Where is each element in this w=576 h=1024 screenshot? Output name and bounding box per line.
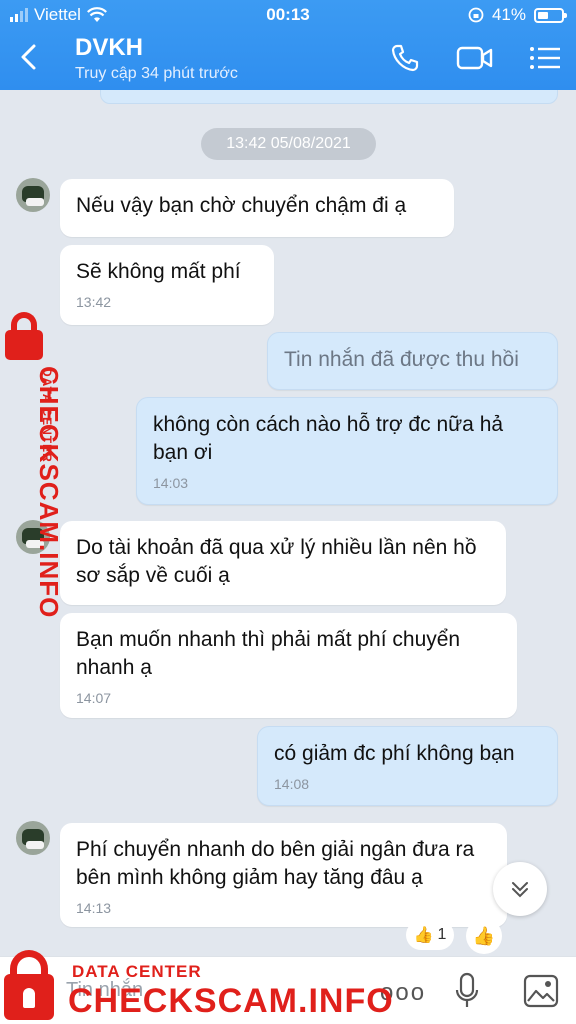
contact-avatar[interactable] xyxy=(16,178,50,212)
message-bubble[interactable]: Phí chuyển nhanh do bên giải ngân đưa ra… xyxy=(60,823,507,927)
lock-body xyxy=(5,330,43,360)
image-gallery-icon[interactable] xyxy=(522,973,560,1009)
message-bubble[interactable]: Do tài khoản đã qua xử lý nhiều lần nên … xyxy=(60,521,506,605)
message-time: 14:08 xyxy=(274,776,310,792)
double-chevron-down-icon xyxy=(512,882,528,898)
add-reaction-button[interactable]: 👍 xyxy=(466,918,502,954)
message-bubble[interactable]: không còn cách nào hỗ trợ đc nữa hả bạn … xyxy=(136,397,558,505)
battery-percent: 41% xyxy=(491,5,526,24)
back-arrow-icon[interactable] xyxy=(14,42,44,72)
battery-icon xyxy=(534,7,567,23)
reaction-count: 1 xyxy=(437,926,447,943)
thumbs-up-icon: 👍 xyxy=(472,925,496,946)
bottom-watermark: DATA CENTER CHECKSCAM.INFO xyxy=(0,946,393,1024)
scroll-to-bottom-button[interactable] xyxy=(493,862,547,916)
recalled-message-bubble[interactable]: Tin nhắn đã được thu hồi xyxy=(267,332,558,390)
message-time: 13:42 xyxy=(76,294,112,310)
thumbs-up-icon: 👍 xyxy=(413,927,434,944)
watermark-label: DATA CENTER xyxy=(72,962,202,981)
message-bubble[interactable]: có giảm đc phí không bạn 14:08 xyxy=(257,726,558,806)
contact-name[interactable]: DVKH xyxy=(75,34,143,62)
keyhole xyxy=(23,988,35,1008)
message-time: 14:07 xyxy=(76,690,112,706)
status-right: 41% xyxy=(468,5,567,25)
message-text: không còn cách nào hỗ trợ đc nữa hả bạn … xyxy=(153,413,504,464)
contact-avatar[interactable] xyxy=(16,821,50,855)
message-text: Do tài khoản đã qua xử lý nhiều lần nên … xyxy=(76,536,477,587)
message-bubble[interactable]: Sẽ không mất phí 13:42 xyxy=(60,245,274,325)
date-separator: 13:42 05/08/2021 xyxy=(201,128,376,160)
video-camera-icon xyxy=(456,46,493,70)
orientation-lock-icon xyxy=(468,7,484,23)
chat-header: Viettel 00:13 41% DVKH Truy cập 34 phút … xyxy=(0,0,576,90)
message-text: Tin nhắn đã được thu hồi xyxy=(284,348,519,371)
menu-list-icon xyxy=(530,47,560,69)
phone-icon xyxy=(391,44,419,72)
watermark-brand: CHECKSCAM.INFO xyxy=(68,982,394,1020)
microphone-icon[interactable] xyxy=(452,971,482,1011)
last-seen-status: Truy cập 34 phút trước xyxy=(75,65,238,82)
message-text: Sẽ không mất phí xyxy=(76,260,241,283)
message-text: Nếu vậy bạn chờ chuyển chậm đi ạ xyxy=(76,194,407,217)
menu-button[interactable] xyxy=(525,40,565,76)
side-watermark: CHECKSCAM.INFO DATA CENTER xyxy=(2,308,64,618)
reaction-badge[interactable]: 👍 1 xyxy=(406,920,454,950)
previous-message-bubble[interactable] xyxy=(100,90,558,104)
chat-area[interactable]: 13:42 05/08/2021 Nếu vậy bạn chờ chuyển … xyxy=(0,90,576,956)
message-bubble[interactable]: Bạn muốn nhanh thì phải mất phí chuyển n… xyxy=(60,613,517,718)
watermark-label: DATA CENTER xyxy=(40,368,54,463)
status-bar: Viettel 00:13 41% xyxy=(0,0,576,30)
title-row: DVKH Truy cập 34 phút trước xyxy=(0,30,576,90)
video-call-button[interactable] xyxy=(455,40,495,76)
message-bubble[interactable]: Nếu vậy bạn chờ chuyển chậm đi ạ xyxy=(60,179,454,237)
watermark-brand: CHECKSCAM.INFO xyxy=(34,366,64,619)
message-text: có giảm đc phí không bạn xyxy=(274,742,515,765)
message-text: Phí chuyển nhanh do bên giải ngân đưa ra… xyxy=(76,838,475,889)
message-text: Bạn muốn nhanh thì phải mất phí chuyển n… xyxy=(76,628,461,679)
message-time: 14:03 xyxy=(153,475,189,491)
message-time: 14:13 xyxy=(76,900,112,916)
phone-call-button[interactable] xyxy=(385,40,425,76)
